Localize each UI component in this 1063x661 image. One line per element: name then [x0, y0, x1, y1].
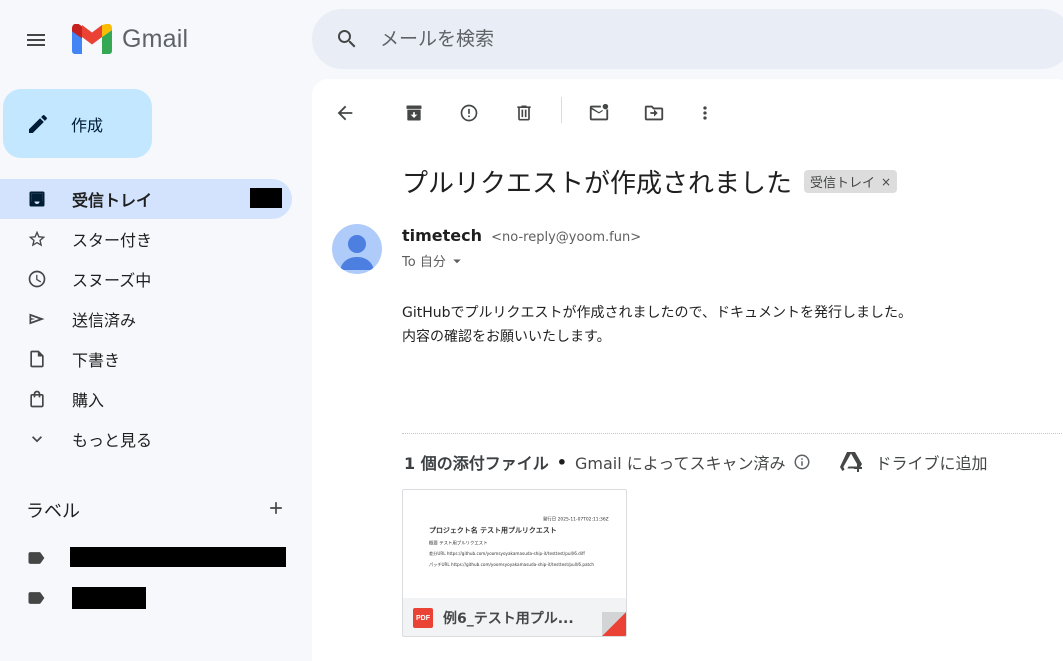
trash-icon [517, 105, 531, 121]
mark-unread-button[interactable] [581, 95, 617, 131]
clock-icon [26, 268, 48, 290]
dropdown-arrow-icon [453, 259, 461, 263]
drive-add-label: ドライブに追加 [875, 454, 988, 473]
inbox-icon [26, 188, 48, 210]
preview-diff-url: 差分URL https://github.com/yoomsyoyakamasu… [429, 551, 585, 557]
add-to-drive-button[interactable]: ドライブに追加 [839, 450, 987, 474]
sidebar-item-sent[interactable]: 送信済み [0, 299, 292, 339]
label-tag-icon [28, 592, 45, 604]
person-icon [340, 235, 374, 270]
toolbar-separator [561, 97, 562, 123]
attachment-count: 1 個の添付ファイル [404, 454, 549, 473]
preview-title: プロジェクト名 テスト用プルリクエスト [429, 526, 557, 535]
sidebar-item-label: 下書き [72, 351, 121, 370]
sidebar-label-item[interactable] [26, 547, 46, 569]
drive-add-icon [840, 452, 863, 472]
sidebar-item-snoozed[interactable]: スヌーズ中 [0, 259, 292, 299]
search-bar[interactable] [312, 9, 1063, 69]
sidebar-item-label: 受信トレイ [72, 191, 153, 210]
attachment-footer: PDF 例6_テスト用プル... [403, 598, 626, 636]
star-icon [26, 228, 48, 250]
pdf-icon: PDF [413, 608, 433, 628]
pencil-icon [25, 111, 51, 137]
more-vert-icon [703, 106, 707, 120]
sender-line: timetech <no-reply@yoom.fun> [402, 226, 641, 245]
compose-button[interactable]: 作成 [3, 89, 152, 158]
gmail-logo-text: Gmail [122, 24, 189, 53]
attachment-card[interactable]: 発行日 2025-11-07T02:11:36Z プロジェクト名 テスト用プルリ… [402, 489, 627, 637]
sidebar-item-label: スヌーズ中 [72, 271, 152, 290]
label-name-redacted [72, 587, 146, 609]
sidebar-item-starred[interactable]: スター付き [0, 219, 292, 259]
report-spam-button[interactable] [451, 95, 487, 131]
sidebar-item-label: 送信済み [72, 311, 137, 330]
body-line: 内容の確認をお願いいたします。 [402, 329, 611, 345]
sidebar-item-inbox[interactable]: 受信トレイ [0, 179, 292, 219]
subject-text: プルリクエストが作成されました [402, 169, 793, 199]
labels-title: ラベル [26, 501, 80, 522]
scan-status: Gmail によってスキャン済み [574, 454, 786, 473]
recipient-text: To 自分 [402, 255, 446, 270]
hamburger-menu-icon [27, 34, 45, 46]
unread-count-redacted [250, 188, 282, 208]
shopping-bag-icon [26, 388, 48, 410]
chip-label: 受信トレイ [810, 176, 876, 191]
archive-button[interactable] [396, 95, 432, 131]
message-body: GitHubでプルリクエストが作成されましたので、ドキュメントを発行しました。 … [402, 301, 912, 349]
arrow-back-icon [337, 105, 353, 121]
main-menu-button[interactable] [14, 18, 58, 62]
back-button[interactable] [327, 95, 363, 131]
sidebar-item-label: もっと見る [72, 431, 153, 450]
sidebar-item-label: スター付き [72, 231, 153, 250]
sidebar-item-more[interactable]: もっと見る [0, 419, 292, 459]
sidebar-item-drafts[interactable]: 下書き [0, 339, 292, 379]
separator-dot: • [556, 452, 567, 472]
preview-patch-url: パッチURL https://github.com/yoomsyoyakamas… [429, 562, 595, 568]
mark-unread-icon [589, 103, 609, 121]
move-to-button[interactable] [636, 95, 672, 131]
body-line: GitHubでプルリクエストが作成されましたので、ドキュメントを発行しました。 [402, 305, 912, 321]
sender-name[interactable]: timetech [402, 226, 482, 245]
chip-close-icon[interactable]: × [881, 175, 891, 189]
gmail-logo[interactable]: Gmail [72, 24, 188, 54]
search-icon[interactable] [334, 26, 360, 52]
draft-icon [26, 348, 48, 370]
labels-header: ラベル [26, 496, 286, 524]
message-subject: プルリクエストが作成されました 受信トレイ × [402, 163, 898, 200]
plus-icon[interactable] [266, 498, 286, 522]
chevron-down-icon [26, 428, 48, 450]
recipient-line[interactable]: To 自分 [402, 251, 466, 270]
info-icon[interactable] [793, 453, 811, 471]
sidebar-item-purchases[interactable]: 購入 [0, 379, 292, 419]
search-input[interactable] [380, 28, 980, 50]
delete-button[interactable] [506, 95, 542, 131]
attachment-preview: 発行日 2025-11-07T02:11:36Z プロジェクト名 テスト用プルリ… [403, 490, 626, 598]
preview-date: 発行日 2025-11-07T02:11:36Z [543, 516, 609, 522]
page-fold-icon [602, 612, 626, 636]
sidebar-item-label: 購入 [72, 391, 105, 410]
more-options-button[interactable] [687, 95, 723, 131]
sender-email: <no-reply@yoom.fun> [491, 230, 642, 245]
sidebar-nav: 受信トレイ スター付き スヌーズ中 送信済み 下書き 購入 もっと見る [0, 179, 292, 459]
attachment-file-name: 例6_テスト用プル... [443, 611, 574, 627]
archive-icon [406, 105, 422, 121]
attachments-divider [402, 433, 1063, 434]
report-icon [460, 104, 478, 122]
message-panel: プルリクエストが作成されました 受信トレイ × timetech <no-rep… [312, 79, 1063, 661]
label-name-redacted [70, 547, 286, 567]
sender-avatar[interactable] [332, 224, 382, 274]
move-to-folder-icon [644, 105, 664, 121]
compose-label: 作成 [71, 115, 104, 135]
preview-summary: 概要 テスト用プルリクエスト [429, 540, 488, 546]
attachments-header: 1 個の添付ファイル • Gmail によってスキャン済み ドライブに追加 [404, 450, 987, 474]
send-icon [26, 308, 48, 330]
gmail-m-icon [72, 24, 112, 54]
label-chip-inbox[interactable]: 受信トレイ × [804, 170, 898, 193]
sidebar-label-item[interactable] [26, 587, 46, 609]
label-tag-icon [28, 552, 45, 564]
